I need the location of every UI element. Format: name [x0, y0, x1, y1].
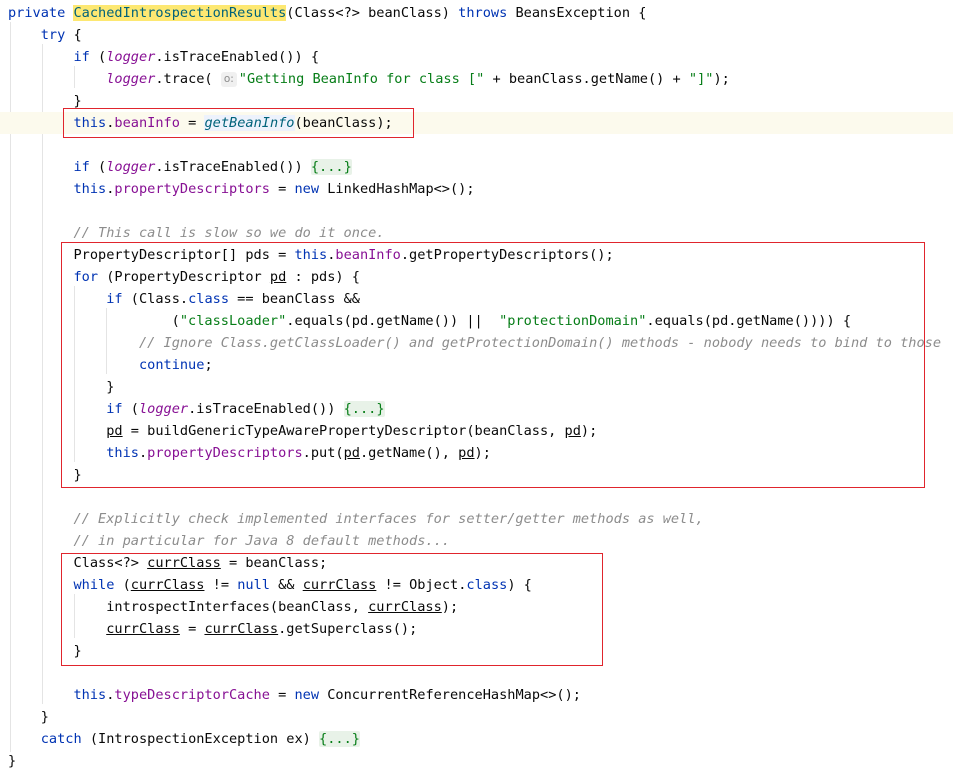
code-token: throws — [458, 5, 516, 21]
code-token: logger — [106, 49, 156, 65]
code-line[interactable]: // in particular for Java 8 default meth… — [0, 530, 953, 552]
code-token: CachedIntrospectionResults — [73, 5, 287, 21]
code-line[interactable] — [0, 200, 953, 222]
code-token: LinkedHashMap<>(); — [327, 181, 475, 197]
code-token: = — [269, 181, 295, 197]
code-token: ( — [98, 159, 107, 175]
code-token: ( — [98, 49, 107, 65]
code-token: + beanClass.getName() + — [484, 71, 689, 87]
code-token: (Class<?> beanClass) — [286, 5, 459, 21]
code-token: // This call is slow so we do it once. — [73, 225, 385, 241]
code-line[interactable]: if (logger.isTraceEnabled()) {...} — [0, 156, 953, 178]
folded-code-region[interactable]: {...} — [319, 731, 360, 747]
code-token: logger — [106, 71, 156, 87]
code-token: if — [73, 159, 99, 175]
code-token: } — [8, 709, 49, 725]
code-token: = — [269, 687, 295, 703]
code-token: (IntrospectionException ex) — [89, 731, 320, 747]
code-line[interactable]: this.typeDescriptorCache = new Concurren… — [0, 684, 953, 706]
code-token: BeansException { — [515, 5, 647, 21]
code-token: new — [294, 181, 328, 197]
code-token: catch — [40, 731, 90, 747]
code-token: if — [73, 49, 99, 65]
code-token: logger — [106, 159, 156, 175]
code-token: .isTraceEnabled()) — [155, 159, 311, 175]
code-line[interactable]: this.propertyDescriptors = new LinkedHas… — [0, 178, 953, 200]
code-line[interactable]: // Explicitly check implemented interfac… — [0, 508, 953, 530]
code-line[interactable]: logger.trace( o: "Getting BeanInfo for cl… — [0, 68, 953, 90]
code-line[interactable]: try { — [0, 24, 953, 46]
code-token: typeDescriptorCache — [114, 687, 270, 703]
code-token: } — [8, 753, 17, 769]
code-token: ); — [713, 71, 730, 87]
highlight-box-property-descriptors — [61, 242, 925, 488]
code-token: propertyDescriptors — [114, 181, 270, 197]
code-line[interactable]: } — [0, 706, 953, 728]
code-token: "]" — [688, 71, 714, 87]
folded-code-region[interactable]: {...} — [310, 159, 352, 175]
code-token: .trace( — [155, 71, 221, 87]
code-token: new — [294, 687, 328, 703]
highlight-box-getbeaninfo — [63, 108, 414, 138]
code-line[interactable]: private CachedIntrospectionResults(Class… — [0, 2, 953, 24]
code-line[interactable]: if (logger.isTraceEnabled()) { — [0, 46, 953, 68]
code-token: { — [73, 27, 82, 43]
code-line[interactable]: } — [0, 750, 953, 772]
code-token: // Explicitly check implemented interfac… — [73, 511, 704, 527]
parameter-hint: o: — [220, 72, 237, 87]
code-token: try — [40, 27, 74, 43]
highlight-box-interface-loop — [61, 553, 603, 666]
code-token: this — [73, 181, 107, 197]
code-token: } — [8, 93, 82, 109]
code-line[interactable]: // This call is slow so we do it once. — [0, 222, 953, 244]
code-token: this — [73, 687, 107, 703]
code-token: private — [8, 5, 74, 21]
code-token: .isTraceEnabled()) { — [155, 49, 320, 65]
code-token: // in particular for Java 8 default meth… — [73, 533, 450, 549]
code-token: "Getting BeanInfo for class [" — [238, 71, 485, 87]
code-line[interactable] — [0, 486, 953, 508]
code-line[interactable]: catch (IntrospectionException ex) {...} — [0, 728, 953, 750]
code-token: ConcurrentReferenceHashMap<>(); — [327, 687, 581, 703]
